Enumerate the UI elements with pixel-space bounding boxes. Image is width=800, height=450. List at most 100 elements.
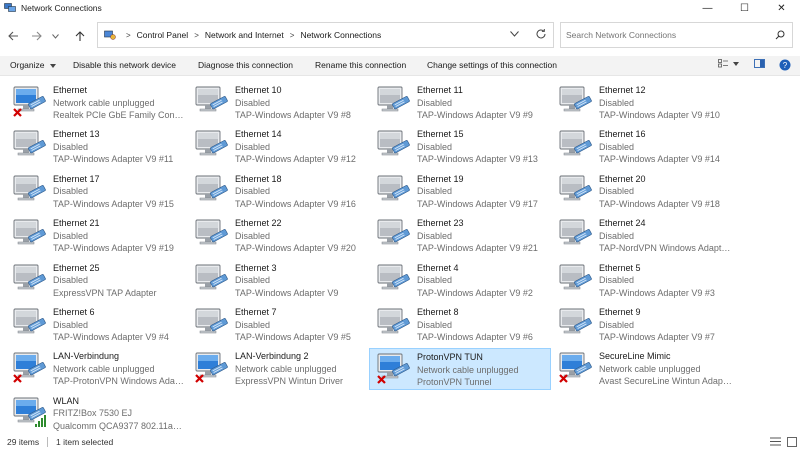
connection-status: Disabled — [235, 141, 271, 152]
connection-text: LAN-Verbindung 2 Network cable unplugged E… — [235, 350, 368, 388]
connection-status: Disabled — [235, 230, 271, 241]
connection-status: Disabled — [599, 141, 635, 152]
network-adapter-icon — [13, 175, 46, 201]
connection-text: Ethernet 14 Disabled TAP-Windows Adapter V… — [235, 128, 368, 166]
connection-status: Disabled — [53, 319, 89, 330]
breadcrumb-control-panel[interactable]: Control Panel — [137, 30, 189, 40]
connection-item[interactable]: Ethernet 10 Disabled TAP-Windows Adapter V… — [188, 82, 370, 124]
up-level-button[interactable] — [71, 27, 89, 45]
address-dropdown-button[interactable] — [510, 29, 519, 39]
connection-item[interactable]: Ethernet 5 Disabled TAP-Windows Adapter V9… — [552, 260, 734, 302]
connection-item[interactable]: WLAN FRITZ!Box 7530 EJ Qualcomm QCA9377 80… — [6, 393, 188, 435]
address-bar[interactable]: > Control Panel > Network and Internet >… — [97, 22, 554, 48]
connection-item[interactable]: Ethernet 15 Disabled TAP-Windows Adapter V… — [370, 126, 552, 168]
wireless-adapter-icon — [13, 397, 46, 427]
network-adapter-icon — [195, 175, 228, 201]
preview-pane-button[interactable] — [754, 59, 765, 68]
connection-device: TAP-Windows Adapter V9 #5 — [235, 332, 351, 342]
breadcrumb-network-connections[interactable]: Network Connections — [300, 30, 381, 40]
connection-item[interactable]: LAN-Verbindung Network cable unplugged TAP… — [6, 348, 188, 390]
connection-device: TAP-Windows Adapter V9 #19 — [53, 243, 174, 254]
search-input[interactable] — [566, 30, 766, 40]
connection-text: Ethernet 9 Disabled TAP-Windows Adapter V9… — [599, 306, 732, 344]
svg-text:?: ? — [783, 61, 788, 70]
help-button[interactable]: ? — [779, 59, 791, 71]
connection-name: Ethernet 22 — [235, 218, 282, 229]
connection-name: Ethernet 11 — [417, 85, 463, 95]
command-bar: Organize Disable this network device Dia… — [0, 56, 800, 76]
connection-item[interactable]: Ethernet Network cable unplugged Realtek P… — [6, 82, 188, 124]
connection-item[interactable]: Ethernet 17 Disabled TAP-Windows Adapter V… — [6, 171, 188, 213]
connection-name: Ethernet 19 — [417, 173, 464, 184]
navigation-back-button[interactable] — [4, 27, 22, 45]
connection-item[interactable]: Ethernet 23 Disabled TAP-Windows Adapter V… — [370, 215, 552, 257]
change-view-button[interactable] — [718, 59, 739, 68]
minimize-button[interactable]: — — [689, 0, 726, 16]
connection-item[interactable]: Ethernet 18 Disabled TAP-Windows Adapter V… — [188, 171, 370, 213]
navigation-forward-button[interactable] — [28, 27, 46, 45]
connection-item[interactable]: Ethernet 7 Disabled TAP-Windows Adapter V9… — [188, 304, 370, 346]
network-adapter-icon — [559, 219, 592, 245]
maximize-button[interactable]: ☐ — [726, 0, 763, 16]
breadcrumb-separator: > — [289, 30, 295, 40]
connection-text: WLAN FRITZ!Box 7530 EJ Qualcomm QCA9377 80… — [53, 395, 186, 433]
connection-item[interactable]: Ethernet 6 Disabled TAP-Windows Adapter V9… — [6, 304, 188, 346]
connection-device: Qualcomm QCA9377 802.11ac W... — [53, 420, 186, 431]
network-adapter-icon — [195, 264, 228, 289]
large-icons-view-button[interactable] — [787, 437, 797, 449]
connection-item[interactable]: Ethernet 22 Disabled TAP-Windows Adapter V… — [188, 215, 370, 257]
connection-item[interactable]: Ethernet 12 Disabled TAP-Windows Adapter V… — [552, 82, 734, 124]
connection-item[interactable]: LAN-Verbindung 2 Network cable unplugged E… — [188, 348, 370, 390]
connection-item[interactable]: Ethernet 20 Disabled TAP-Windows Adapter V… — [552, 171, 734, 213]
connection-status: Disabled — [599, 230, 635, 241]
close-button[interactable]: ✕ — [763, 0, 800, 16]
network-adapter-icon — [377, 175, 410, 201]
connection-name: Ethernet 3 — [235, 262, 277, 273]
connection-status: Disabled — [53, 275, 89, 286]
connection-name: LAN-Verbindung — [53, 351, 120, 362]
connection-item[interactable]: Ethernet 14 Disabled TAP-Windows Adapter V… — [188, 126, 370, 168]
breadcrumb-network-and-internet[interactable]: Network and Internet — [205, 30, 284, 40]
connection-status: Disabled — [53, 186, 89, 197]
network-adapter-icon — [195, 219, 228, 245]
connection-name: Ethernet 6 — [53, 307, 95, 317]
connection-item[interactable]: Ethernet 3 Disabled TAP-Windows Adapter V9 — [188, 260, 370, 302]
connection-item[interactable]: Ethernet 21 Disabled TAP-Windows Adapter V… — [6, 215, 188, 257]
recent-locations-dropdown[interactable] — [50, 27, 60, 45]
network-adapter-icon — [13, 352, 46, 384]
connection-name: Ethernet 14 — [235, 129, 282, 140]
connection-item[interactable]: ProtonVPN TUN Network cable unplugged Prot… — [369, 348, 551, 391]
connection-item[interactable]: Ethernet 25 Disabled ExpressVPN TAP Adapte… — [6, 260, 188, 302]
details-view-icon — [770, 437, 781, 446]
connection-item[interactable]: Ethernet 24 Disabled TAP-NordVPN Windows A… — [552, 215, 734, 257]
search-icon[interactable] — [775, 30, 785, 42]
connection-item[interactable]: Ethernet 9 Disabled TAP-Windows Adapter V9… — [552, 304, 734, 346]
connection-device: Avast SecureLine Wintun Adapter — [599, 376, 732, 387]
connection-status: Disabled — [599, 275, 635, 286]
connection-name: Ethernet 23 — [417, 218, 464, 229]
connection-name: Ethernet 8 — [417, 307, 459, 317]
disable-device-button[interactable]: Disable this network device — [73, 60, 176, 70]
connection-item[interactable]: Ethernet 4 Disabled TAP-Windows Adapter V9… — [370, 260, 552, 302]
organize-menu[interactable]: Organize — [10, 60, 56, 70]
connection-item[interactable]: SecureLine Mimic Network cable unplugged A… — [552, 348, 734, 390]
connection-status: Disabled — [53, 141, 89, 152]
connection-status: Network cable unplugged — [599, 363, 701, 374]
connection-item[interactable]: Ethernet 8 Disabled TAP-Windows Adapter V9… — [370, 304, 552, 346]
connection-item[interactable]: Ethernet 16 Disabled TAP-Windows Adapter V… — [552, 126, 734, 168]
connection-device: TAP-Windows Adapter V9 #15 — [53, 198, 174, 209]
connection-item[interactable]: Ethernet 13 Disabled TAP-Windows Adapter V… — [6, 126, 188, 168]
connection-status: Network cable unplugged — [53, 363, 155, 374]
search-box[interactable] — [560, 22, 793, 48]
change-settings-button[interactable]: Change settings of this connection — [427, 60, 557, 70]
diagnose-connection-button[interactable]: Diagnose this connection — [198, 60, 293, 70]
rename-connection-button[interactable]: Rename this connection — [315, 60, 406, 70]
connection-text: Ethernet 7 Disabled TAP-Windows Adapter V9… — [235, 306, 368, 344]
connection-device: TAP-Windows Adapter V9 #13 — [417, 154, 538, 165]
connection-device: TAP-Windows Adapter V9 #10 — [599, 110, 720, 120]
details-view-button[interactable] — [770, 437, 781, 448]
connection-item[interactable]: Ethernet 11 Disabled TAP-Windows Adapter V… — [370, 82, 552, 124]
connection-item[interactable]: Ethernet 19 Disabled TAP-Windows Adapter V… — [370, 171, 552, 213]
preview-pane-icon — [754, 59, 765, 68]
refresh-button[interactable] — [535, 28, 547, 42]
